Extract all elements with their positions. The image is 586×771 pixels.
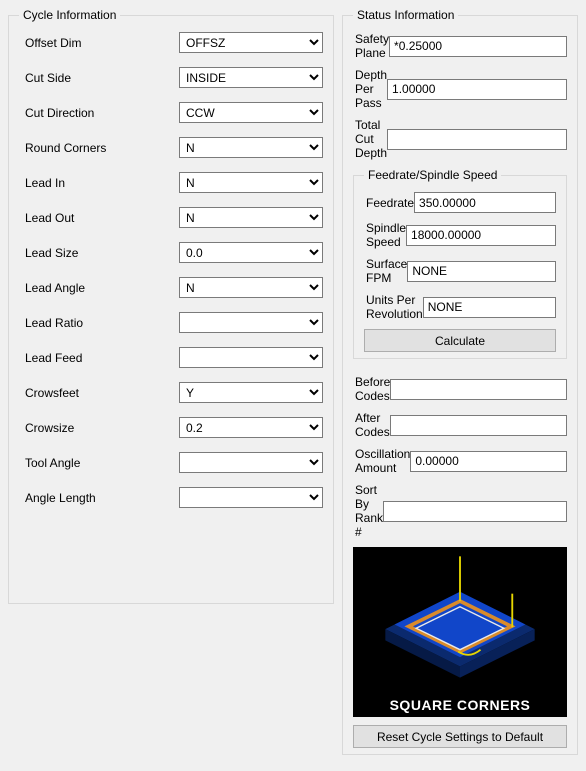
- label-tool-angle: Tool Angle: [19, 456, 179, 470]
- row-feedrate: Feedrate: [364, 192, 556, 213]
- row-lead-ratio: Lead Ratio: [19, 312, 323, 333]
- label-total-cut-depth: Total Cut Depth: [353, 118, 387, 160]
- row-cut-direction: Cut Direction CCW: [19, 102, 323, 123]
- label-before-codes: Before Codes: [353, 375, 390, 403]
- row-oscillation: Oscillation Amount: [353, 447, 567, 475]
- row-lead-in: Lead In N: [19, 172, 323, 193]
- row-lead-size: Lead Size 0.0: [19, 242, 323, 263]
- feedrate-spindle-group: Feedrate/Spindle Speed Feedrate Spindle …: [353, 168, 567, 359]
- row-lead-out: Lead Out N: [19, 207, 323, 228]
- label-crowsize: Crowsize: [19, 421, 179, 435]
- label-depth-per-pass: Depth Per Pass: [353, 68, 387, 110]
- row-safety-plane: Safety Plane: [353, 32, 567, 60]
- row-cut-side: Cut Side INSIDE: [19, 67, 323, 88]
- label-safety-plane: Safety Plane: [353, 32, 389, 60]
- label-oscillation: Oscillation Amount: [353, 447, 410, 475]
- preview-caption: SQUARE CORNERS: [353, 697, 567, 713]
- select-lead-out[interactable]: N: [179, 207, 323, 228]
- select-round-corners[interactable]: N: [179, 137, 323, 158]
- row-spindle-speed: Spindle Speed: [364, 221, 556, 249]
- row-sort-rank: Sort By Rank #: [353, 483, 567, 539]
- row-before-codes: Before Codes: [353, 375, 567, 403]
- row-tool-angle: Tool Angle: [19, 452, 323, 473]
- label-lead-size: Lead Size: [19, 246, 179, 260]
- label-angle-length: Angle Length: [19, 491, 179, 505]
- row-surface-fpm: Surface FPM: [364, 257, 556, 285]
- label-sort-rank: Sort By Rank #: [353, 483, 383, 539]
- label-units-per-rev: Units Per Revolution: [364, 293, 423, 321]
- status-information-group: Status Information Safety Plane Depth Pe…: [342, 8, 578, 755]
- label-cut-side: Cut Side: [19, 71, 179, 85]
- row-angle-length: Angle Length: [19, 487, 323, 508]
- input-after-codes[interactable]: [390, 415, 567, 436]
- select-tool-angle[interactable]: [179, 452, 323, 473]
- cycle-information-group: Cycle Information Offset Dim OFFSZ Cut S…: [8, 8, 334, 604]
- label-surface-fpm: Surface FPM: [364, 257, 407, 285]
- label-cut-direction: Cut Direction: [19, 106, 179, 120]
- select-offset-dim[interactable]: OFFSZ: [179, 32, 323, 53]
- row-total-cut-depth: Total Cut Depth: [353, 118, 567, 160]
- label-lead-in: Lead In: [19, 176, 179, 190]
- input-oscillation[interactable]: [410, 451, 567, 472]
- label-lead-feed: Lead Feed: [19, 351, 179, 365]
- input-sort-rank[interactable]: [383, 501, 567, 522]
- status-info-legend: Status Information: [353, 8, 458, 22]
- row-lead-feed: Lead Feed: [19, 347, 323, 368]
- select-lead-size[interactable]: 0.0: [179, 242, 323, 263]
- select-lead-feed[interactable]: [179, 347, 323, 368]
- preview-image: SQUARE CORNERS: [353, 547, 567, 717]
- calculate-button[interactable]: Calculate: [364, 329, 556, 352]
- label-spindle-speed: Spindle Speed: [364, 221, 406, 249]
- input-total-cut-depth[interactable]: [387, 129, 567, 150]
- label-lead-out: Lead Out: [19, 211, 179, 225]
- input-safety-plane[interactable]: [389, 36, 567, 57]
- select-crowsize[interactable]: 0.2: [179, 417, 323, 438]
- select-lead-ratio[interactable]: [179, 312, 323, 333]
- select-cut-direction[interactable]: CCW: [179, 102, 323, 123]
- input-depth-per-pass[interactable]: [387, 79, 567, 100]
- row-after-codes: After Codes: [353, 411, 567, 439]
- row-depth-per-pass: Depth Per Pass: [353, 68, 567, 110]
- cycle-info-legend: Cycle Information: [19, 8, 120, 22]
- input-spindle-speed[interactable]: [406, 225, 556, 246]
- label-round-corners: Round Corners: [19, 141, 179, 155]
- select-lead-in[interactable]: N: [179, 172, 323, 193]
- input-feedrate[interactable]: [414, 192, 556, 213]
- row-crowsfeet: Crowsfeet Y: [19, 382, 323, 403]
- row-offset-dim: Offset Dim OFFSZ: [19, 32, 323, 53]
- row-crowsize: Crowsize 0.2: [19, 417, 323, 438]
- label-lead-angle: Lead Angle: [19, 281, 179, 295]
- square-corners-icon: [353, 547, 567, 687]
- label-offset-dim: Offset Dim: [19, 36, 179, 50]
- reset-cycle-button[interactable]: Reset Cycle Settings to Default: [353, 725, 567, 748]
- label-crowsfeet: Crowsfeet: [19, 386, 179, 400]
- select-cut-side[interactable]: INSIDE: [179, 67, 323, 88]
- label-lead-ratio: Lead Ratio: [19, 316, 179, 330]
- input-units-per-rev[interactable]: [423, 297, 556, 318]
- feedrate-legend: Feedrate/Spindle Speed: [364, 168, 501, 182]
- select-lead-angle[interactable]: N: [179, 277, 323, 298]
- label-after-codes: After Codes: [353, 411, 390, 439]
- row-lead-angle: Lead Angle N: [19, 277, 323, 298]
- select-crowsfeet[interactable]: Y: [179, 382, 323, 403]
- row-round-corners: Round Corners N: [19, 137, 323, 158]
- select-angle-length[interactable]: [179, 487, 323, 508]
- input-before-codes[interactable]: [390, 379, 567, 400]
- input-surface-fpm[interactable]: [407, 261, 556, 282]
- label-feedrate: Feedrate: [364, 196, 414, 210]
- row-units-per-rev: Units Per Revolution: [364, 293, 556, 321]
